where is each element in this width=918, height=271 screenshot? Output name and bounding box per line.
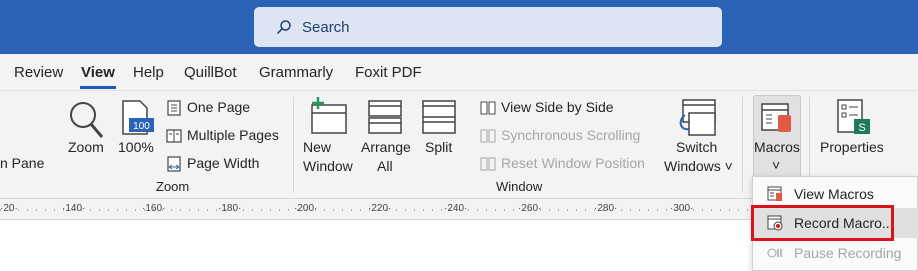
- tab-review[interactable]: Review: [14, 64, 63, 81]
- group-divider: [293, 97, 294, 193]
- navigation-pane-button-label[interactable]: n Pane: [0, 154, 44, 173]
- ruler-number: ·200·: [294, 203, 318, 214]
- search-label: Search: [302, 18, 350, 36]
- group-divider: [742, 97, 743, 193]
- title-bar: Search: [0, 0, 918, 54]
- multiple-pages-label[interactable]: Multiple Pages: [187, 126, 279, 145]
- reset-window-position-label: Reset Window Position: [501, 155, 645, 171]
- tab-grammarly[interactable]: Grammarly: [259, 64, 333, 81]
- ribbon-tabs: Review View Help QuillBot Grammarly Foxi…: [0, 54, 918, 90]
- highlight-annotation-box: [751, 205, 894, 241]
- pause-recording-item: Pause Recording: [753, 238, 918, 268]
- new-window-label-1[interactable]: New: [303, 138, 331, 157]
- synchronous-scrolling-icon: [480, 129, 496, 143]
- search-box[interactable]: Search: [254, 7, 722, 47]
- new-window-label-2[interactable]: Window: [303, 157, 353, 176]
- macros-icon: [761, 103, 791, 132]
- svg-text:100: 100: [133, 121, 150, 132]
- one-page-icon: [167, 100, 181, 116]
- properties-label[interactable]: Properties: [820, 138, 884, 157]
- tab-foxit-pdf[interactable]: Foxit PDF: [355, 64, 422, 81]
- properties-icon: S: [837, 99, 870, 134]
- tab-help[interactable]: Help: [133, 64, 164, 81]
- ruler-number: ·180·: [218, 203, 242, 214]
- new-window-icon: [311, 97, 347, 134]
- ruler-number: ·260·: [518, 203, 542, 214]
- ruler-number: ·160·: [142, 203, 166, 214]
- ruler-number: ·300·: [670, 203, 694, 214]
- one-page-label[interactable]: One Page: [187, 98, 250, 117]
- pause-recording-label: Pause Recording: [794, 245, 902, 261]
- active-tab-indicator: [80, 86, 116, 89]
- split-label[interactable]: Split: [425, 138, 452, 157]
- view-side-by-side-icon: [480, 101, 496, 115]
- arrange-all-label-2[interactable]: All: [377, 157, 393, 176]
- split-icon: [422, 100, 456, 134]
- zoom-group-label: Zoom: [156, 179, 190, 194]
- ruler-number: ·140·: [62, 203, 86, 214]
- svg-text:S: S: [858, 122, 865, 134]
- chevron-down-icon: ˅: [772, 157, 781, 173]
- arrange-all-label-1[interactable]: Arrange: [361, 138, 411, 157]
- multiple-pages-icon: [166, 129, 182, 143]
- page-width-icon: [167, 156, 181, 172]
- window-group-label: Window: [496, 179, 543, 194]
- ruler-number: ·20·: [0, 203, 18, 214]
- tab-quillbot[interactable]: QuillBot: [184, 64, 237, 81]
- arrange-all-icon: [368, 100, 402, 134]
- zoom-button-label[interactable]: Zoom: [68, 138, 104, 157]
- switch-windows-label-1[interactable]: Switch: [676, 138, 717, 157]
- synchronous-scrolling-label: Synchronous Scrolling: [501, 127, 641, 143]
- switch-windows-icon: [679, 99, 716, 136]
- pause-recording-icon: [767, 248, 782, 258]
- hundred-percent-label[interactable]: 100%: [118, 138, 154, 157]
- zoom-icon: [70, 102, 104, 138]
- view-macros-icon: [767, 186, 782, 201]
- ruler-number: ·280·: [594, 203, 618, 214]
- view-macros-label: View Macros: [794, 186, 874, 202]
- switch-windows-label-2[interactable]: Windows ˅: [664, 157, 733, 176]
- macros-button[interactable]: Macros ˅: [753, 95, 801, 185]
- view-side-by-side-label[interactable]: View Side by Side: [501, 98, 614, 117]
- search-icon: [276, 20, 291, 35]
- page-width-label[interactable]: Page Width: [187, 154, 259, 173]
- hundred-percent-icon: 100: [122, 100, 154, 135]
- macros-label: Macros: [754, 139, 800, 155]
- ruler-number: ·240·: [444, 203, 468, 214]
- ruler-number: ·220·: [368, 203, 392, 214]
- reset-window-position-icon: [480, 157, 496, 171]
- tab-view[interactable]: View: [81, 64, 115, 81]
